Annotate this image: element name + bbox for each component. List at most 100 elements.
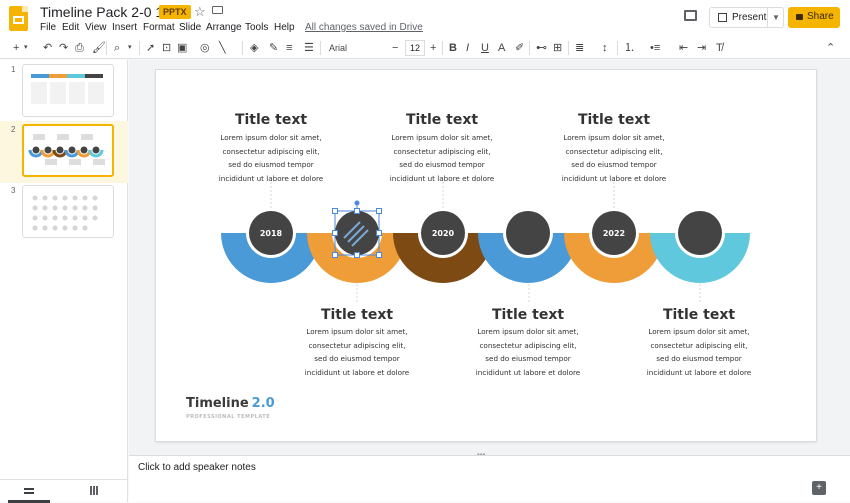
menu-insert[interactable]: Insert <box>112 22 137 33</box>
year-label: 2018 <box>260 229 283 238</box>
shape-icon[interactable]: ◎ <box>200 40 210 56</box>
zoom-icon[interactable]: ⌕ <box>114 40 120 56</box>
toolbar-divider <box>242 41 243 55</box>
bold-icon[interactable]: B <box>449 40 457 56</box>
speaker-notes-panel[interactable]: Click to add speaker notes + <box>129 455 850 502</box>
paint-format-icon[interactable]: 🖌 <box>92 40 106 56</box>
border-weight-icon[interactable]: ≡ <box>286 40 292 56</box>
brand-title[interactable]: Timeline 2.0 <box>186 396 275 411</box>
lock-icon <box>796 14 803 20</box>
slide-thumbnail-3[interactable] <box>22 185 114 238</box>
text-box-icon[interactable]: ⊡ <box>162 40 171 56</box>
border-dash-icon[interactable]: ☰ <box>304 40 314 56</box>
slide-number: 1 <box>11 65 16 74</box>
highlight-icon[interactable]: ✐ <box>515 40 524 56</box>
brand-subtitle[interactable]: PROFESSIONAL TEMPLATE <box>186 414 270 420</box>
timeline-graphic: 2018 2020 2022 <box>221 182 750 302</box>
decrease-font-size-icon[interactable]: − <box>392 40 398 56</box>
app-header: Timeline Pack 2-0 16-9 PPTX ☆ File Edit … <box>0 0 850 37</box>
fill-color-icon[interactable]: ◈ <box>250 40 258 56</box>
menu-arrange[interactable]: Arrange <box>206 22 242 33</box>
slides-filmstrip: 1 2 3 <box>0 60 128 503</box>
slide-number: 2 <box>11 125 16 134</box>
save-status-link[interactable]: All changes saved in Drive <box>305 22 423 33</box>
bulleted-list-icon[interactable]: •≡ <box>650 40 660 56</box>
undo-icon[interactable]: ↶ <box>43 40 52 56</box>
toolbar-divider <box>568 41 569 55</box>
timeline-item-title[interactable]: Title text <box>287 307 427 323</box>
align-icon[interactable]: ≣ <box>575 40 584 56</box>
collapse-icon[interactable]: ⌃ <box>826 40 835 56</box>
year-label: 2020 <box>432 229 455 238</box>
timeline-item-body[interactable]: Lorem ipsum dolor sit amet, consectetur a… <box>629 325 769 379</box>
brand-title-text: Timeline <box>186 396 249 411</box>
grid-view-icon[interactable] <box>90 486 99 495</box>
menu-slide[interactable]: Slide <box>179 22 201 33</box>
present-label: Present <box>732 12 767 23</box>
menu-format[interactable]: Format <box>143 22 175 33</box>
toolbar-divider <box>106 41 107 55</box>
formatting-toolbar: + ▾ ↶ ↷ ⎙ 🖌 ⌕ ▾ ➚ ⊡ ▣ ◎ ╲ ◈ ✎ ≡ ☰ Arial … <box>0 37 850 59</box>
slide-canvas-area: Title text Lorem ipsum dolor sit amet, co… <box>129 60 850 459</box>
add-dropdown-icon[interactable]: ▾ <box>24 40 28 56</box>
select-icon[interactable]: ➚ <box>146 40 155 56</box>
add-icon[interactable]: + <box>13 40 19 56</box>
share-label: Share <box>807 11 834 22</box>
toolbar-divider <box>442 41 443 55</box>
timeline-item-body[interactable]: Lorem ipsum dolor sit amet, consectetur a… <box>458 325 598 379</box>
toolbar-divider <box>529 41 530 55</box>
menu-edit[interactable]: Edit <box>62 22 79 33</box>
menu-file[interactable]: File <box>40 22 56 33</box>
toolbar-divider <box>320 41 321 55</box>
comment-add-icon[interactable]: ⊞ <box>553 40 562 56</box>
present-icon <box>718 13 727 22</box>
increase-indent-icon[interactable]: ⇥ <box>697 40 706 56</box>
print-icon[interactable]: ⎙ <box>75 40 84 56</box>
font-family-select[interactable]: Arial <box>326 40 392 56</box>
link-icon[interactable]: ⊷ <box>536 40 547 56</box>
slide-thumbnail-2[interactable] <box>22 124 114 177</box>
border-color-icon[interactable]: ✎ <box>269 40 278 56</box>
slides-logo-icon[interactable] <box>9 6 28 31</box>
thumbnail-1-preview <box>31 74 104 104</box>
text-color-icon[interactable]: A <box>498 40 505 56</box>
menu-tools[interactable]: Tools <box>245 22 268 33</box>
font-size-input[interactable]: 12 <box>405 40 425 56</box>
menu-help[interactable]: Help <box>274 22 295 33</box>
underline-icon[interactable]: U <box>481 40 489 56</box>
brand-version: 2.0 <box>251 396 275 411</box>
filmstrip-footer <box>0 479 128 503</box>
toolbar-divider <box>139 41 140 55</box>
share-button[interactable]: Share <box>788 7 840 28</box>
redo-icon[interactable]: ↷ <box>59 40 68 56</box>
slide-thumbnail-1[interactable] <box>22 64 114 117</box>
slide-canvas[interactable]: Title text Lorem ipsum dolor sit amet, co… <box>156 70 816 441</box>
explore-icon[interactable]: + <box>812 481 826 495</box>
thumbnail-2-preview <box>28 134 105 165</box>
speaker-notes-input[interactable]: Click to add speaker notes <box>138 462 256 473</box>
timeline-item-title[interactable]: Title text <box>629 307 769 323</box>
line-icon[interactable]: ╲ <box>219 40 226 56</box>
zoom-dropdown-icon[interactable]: ▾ <box>128 40 132 56</box>
filmstrip-view-icon[interactable] <box>24 488 34 494</box>
menu-view[interactable]: View <box>85 22 107 33</box>
present-options-chevron-down-icon[interactable]: ▼ <box>767 7 784 28</box>
timeline-item-title[interactable]: Title text <box>458 307 598 323</box>
year-node-4[interactable] <box>506 211 550 255</box>
timeline-item-body[interactable]: Lorem ipsum dolor sit amet, consectetur a… <box>287 325 427 379</box>
file-format-badge: PPTX <box>159 5 191 19</box>
year-label: 2022 <box>603 229 625 238</box>
line-spacing-icon[interactable]: ↕ <box>602 40 608 56</box>
image-icon[interactable]: ▣ <box>177 40 187 56</box>
increase-font-size-icon[interactable]: + <box>430 40 436 56</box>
numbered-list-icon[interactable]: ⒈ <box>624 40 635 56</box>
clear-format-icon[interactable]: T̸ <box>716 40 723 56</box>
year-node-6[interactable] <box>678 211 722 255</box>
thumbnail-3-preview <box>32 195 98 231</box>
italic-icon[interactable]: I <box>466 40 469 56</box>
comments-icon[interactable] <box>684 10 697 21</box>
decrease-indent-icon[interactable]: ⇤ <box>679 40 688 56</box>
move-folder-icon[interactable] <box>212 6 223 14</box>
toolbar-divider <box>617 41 618 55</box>
star-icon[interactable]: ☆ <box>194 4 206 20</box>
